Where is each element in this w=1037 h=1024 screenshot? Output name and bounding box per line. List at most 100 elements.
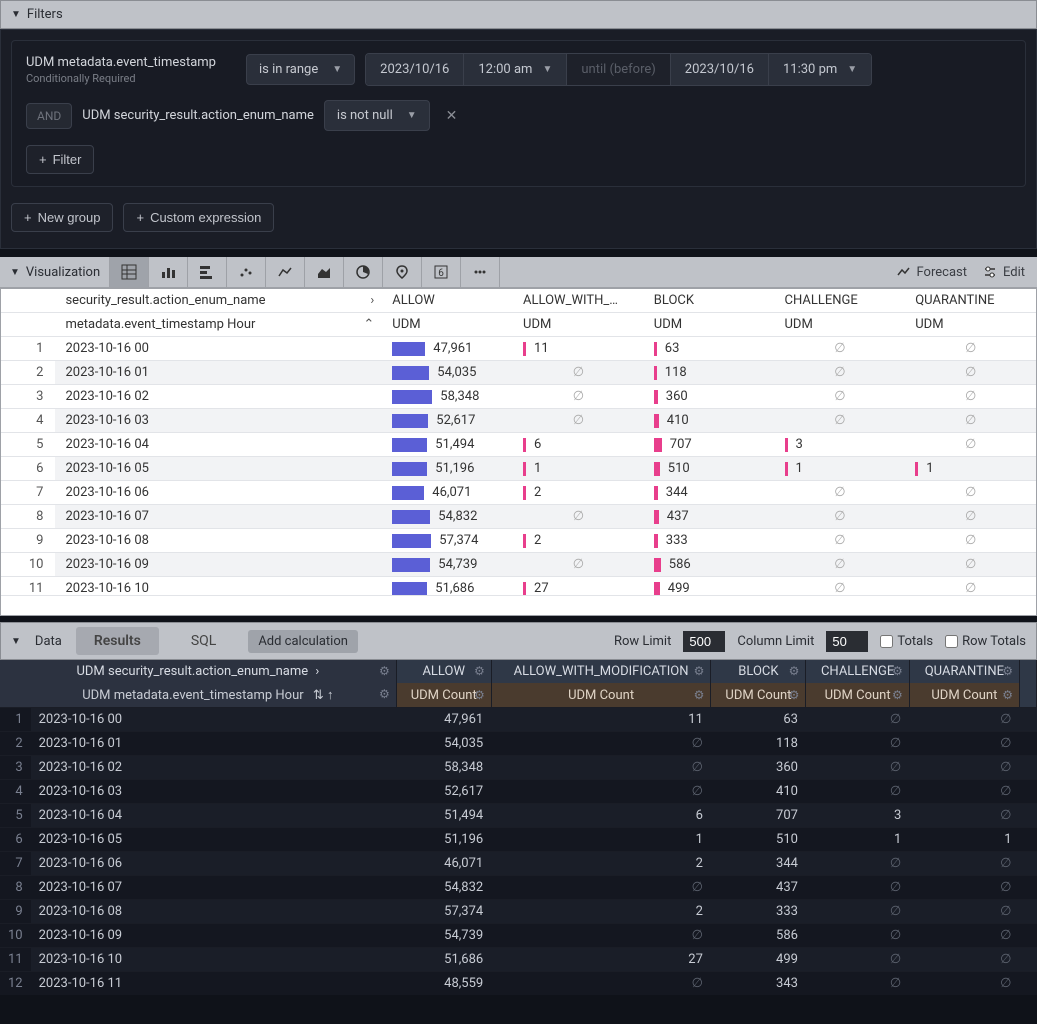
table-row[interactable]: 11 2023-10-16 10 51,68627499∅∅ bbox=[0, 948, 1037, 972]
tab-sql[interactable]: SQL bbox=[173, 627, 234, 655]
viz-line-icon[interactable] bbox=[265, 257, 305, 287]
edit-button[interactable]: Edit bbox=[983, 265, 1025, 280]
table-row[interactable]: 6 2023-10-16 05 51,196151011 bbox=[0, 828, 1037, 852]
table-row[interactable]: 1 2023-10-16 00 47,961 11 63 ∅ ∅ bbox=[1, 337, 1036, 361]
gear-icon[interactable]: ⚙ bbox=[694, 688, 705, 702]
chevron-down-icon: ▼ bbox=[542, 64, 552, 75]
dt-measure-quar[interactable]: UDM Count⚙ bbox=[909, 683, 1019, 708]
table-row[interactable]: 8 2023-10-16 07 54,832 ∅ 437 ∅ ∅ bbox=[1, 505, 1036, 529]
table-row[interactable]: 4 2023-10-16 03 52,617∅410∅∅ bbox=[0, 780, 1037, 804]
table-row[interactable]: 5 2023-10-16 04 51,494 6 707 3 ∅ bbox=[1, 433, 1036, 457]
filter-row-2: AND UDM security_result.action_enum_name… bbox=[26, 100, 1011, 131]
filter1-op: is in range bbox=[259, 62, 318, 77]
add-calculation-button[interactable]: Add calculation bbox=[248, 630, 358, 653]
table-row[interactable]: 2 2023-10-16 01 54,035∅118∅∅ bbox=[0, 732, 1037, 756]
gear-icon[interactable]: ⚙ bbox=[474, 664, 485, 678]
col-allow-with[interactable]: ALLOW_WITH_… bbox=[513, 289, 644, 313]
filter1-op-select[interactable]: is in range ▼ bbox=[246, 54, 355, 85]
table-row[interactable]: 3 2023-10-16 02 58,348 ∅ 360 ∅ ∅ bbox=[1, 385, 1036, 409]
dt-col-quar[interactable]: QUARANTINE⚙ bbox=[909, 660, 1019, 683]
gear-icon[interactable]: ⚙ bbox=[789, 688, 800, 702]
data-header: ▼ Data Results SQL Add calculation Row L… bbox=[0, 622, 1037, 660]
custom-expression-button[interactable]: + Custom expression bbox=[123, 203, 274, 232]
filters-panel-header[interactable]: ▼ Filters bbox=[0, 0, 1037, 29]
dim-field-header[interactable]: metadata.event_timestamp Hour ⌃ bbox=[55, 313, 382, 337]
row-limit-input[interactable] bbox=[683, 631, 725, 652]
gear-icon[interactable]: ⚙ bbox=[1002, 664, 1013, 678]
table-row[interactable]: 9 2023-10-16 08 57,3742333∅∅ bbox=[0, 900, 1037, 924]
filter1-time-from[interactable]: 12:00 am ▼ bbox=[464, 54, 567, 85]
filter2-op-select[interactable]: is not null ▼ bbox=[324, 100, 430, 131]
gear-icon[interactable]: ⚙ bbox=[892, 688, 903, 702]
table-row[interactable]: 2 2023-10-16 01 54,035 ∅ 118 ∅ ∅ bbox=[1, 361, 1036, 385]
viz-bar-icon[interactable] bbox=[187, 257, 227, 287]
table-row[interactable]: 5 2023-10-16 04 51,49467073∅ bbox=[0, 804, 1037, 828]
table-row[interactable]: 12 2023-10-16 11 48,559∅343∅∅ bbox=[0, 972, 1037, 996]
sort-icon: ⇅ ↑ bbox=[313, 688, 334, 703]
viz-scatter-icon[interactable] bbox=[226, 257, 266, 287]
dt-measure-block[interactable]: UDM Count⚙ bbox=[711, 683, 806, 708]
viz-map-icon[interactable] bbox=[382, 257, 422, 287]
gear-icon[interactable]: ⚙ bbox=[1002, 688, 1013, 702]
table-row[interactable]: 3 2023-10-16 02 58,348∅360∅∅ bbox=[0, 756, 1037, 780]
and-operator[interactable]: AND bbox=[26, 103, 72, 129]
table-row[interactable]: 7 2023-10-16 06 46,0712344∅∅ bbox=[0, 852, 1037, 876]
table-row[interactable]: 6 2023-10-16 05 51,196 1 510 1 1 bbox=[1, 457, 1036, 481]
filter2-op: is not null bbox=[337, 108, 393, 123]
gear-icon[interactable]: ⚙ bbox=[379, 687, 390, 701]
viz-pie-icon[interactable] bbox=[343, 257, 383, 287]
new-group-button[interactable]: + New group bbox=[11, 203, 113, 232]
filter2-field: UDM security_result.action_enum_name bbox=[82, 108, 314, 123]
viz-area-icon[interactable] bbox=[304, 257, 344, 287]
gear-icon[interactable]: ⚙ bbox=[694, 664, 705, 678]
remove-filter-icon[interactable]: ✕ bbox=[446, 108, 458, 124]
scrollbar[interactable] bbox=[1020, 660, 1037, 708]
gear-icon[interactable]: ⚙ bbox=[379, 664, 390, 678]
col-limit-input[interactable] bbox=[826, 631, 868, 652]
filter1-date-to[interactable]: 2023/10/16 bbox=[671, 54, 769, 85]
filter1-time-to[interactable]: 11:30 pm ▼ bbox=[769, 54, 871, 85]
dt-measure-chal[interactable]: UDM Count⚙ bbox=[806, 683, 909, 708]
col-allow[interactable]: ALLOW bbox=[382, 289, 513, 313]
gear-icon[interactable]: ⚙ bbox=[892, 664, 903, 678]
table-row[interactable]: 10 2023-10-16 09 54,739∅586∅∅ bbox=[0, 924, 1037, 948]
gear-icon[interactable]: ⚙ bbox=[474, 688, 485, 702]
tab-results[interactable]: Results bbox=[76, 627, 159, 655]
viz-column-icon[interactable] bbox=[148, 257, 188, 287]
table-row[interactable]: 8 2023-10-16 07 54,832∅437∅∅ bbox=[0, 876, 1037, 900]
dt-col-aw[interactable]: ALLOW_WITH_MODIFICATION⚙ bbox=[491, 660, 711, 683]
visualization-toggle[interactable]: ▼ Visualization bbox=[0, 259, 110, 286]
row-totals-check[interactable]: Row Totals bbox=[945, 634, 1026, 649]
gear-icon[interactable]: ⚙ bbox=[789, 664, 800, 678]
table-row[interactable]: 1 2023-10-16 00 47,9611163∅∅ bbox=[0, 708, 1037, 732]
col-challenge[interactable]: CHALLENGE bbox=[775, 289, 906, 313]
table-row[interactable]: 4 2023-10-16 03 52,617 ∅ 410 ∅ ∅ bbox=[1, 409, 1036, 433]
dt-col-allow[interactable]: ALLOW⚙ bbox=[396, 660, 491, 683]
dt-col-chal[interactable]: CHALLENGE⚙ bbox=[806, 660, 909, 683]
visualization-header: ▼ Visualization 6 Forecast Edit bbox=[0, 257, 1037, 288]
caret-down-icon: ▼ bbox=[11, 9, 21, 20]
table-row[interactable]: 10 2023-10-16 09 54,739 ∅ 586 ∅ ∅ bbox=[1, 553, 1036, 577]
dt-dim-field[interactable]: UDM metadata.event_timestamp Hour ⇅ ↑ ⚙ bbox=[0, 683, 396, 708]
col-quarantine[interactable]: QUARANTINE bbox=[905, 289, 1036, 313]
dt-pivot-field[interactable]: UDM security_result.action_enum_name › ⚙ bbox=[0, 660, 396, 683]
chevron-down-icon: ▼ bbox=[332, 64, 342, 75]
totals-check[interactable]: Totals bbox=[880, 634, 933, 649]
filter1-date-from[interactable]: 2023/10/16 bbox=[366, 54, 464, 85]
add-filter-button[interactable]: + Filter bbox=[26, 145, 94, 174]
plus-icon: + bbox=[24, 210, 32, 225]
pivot-field-header[interactable]: security_result.action_enum_name › bbox=[55, 289, 382, 313]
viz-single-value-icon[interactable]: 6 bbox=[421, 257, 461, 287]
viz-toolbar: 6 bbox=[110, 257, 500, 287]
dt-col-block[interactable]: BLOCK⚙ bbox=[711, 660, 806, 683]
dt-measure-allow[interactable]: UDM Count⚙ bbox=[396, 683, 491, 708]
table-row[interactable]: 7 2023-10-16 06 46,071 2 344 ∅ ∅ bbox=[1, 481, 1036, 505]
col-block[interactable]: BLOCK bbox=[644, 289, 775, 313]
forecast-button[interactable]: Forecast bbox=[897, 265, 967, 280]
table-row[interactable]: 9 2023-10-16 08 57,374 2 333 ∅ ∅ bbox=[1, 529, 1036, 553]
viz-table-icon[interactable] bbox=[109, 257, 149, 287]
dt-measure-aw[interactable]: UDM Count⚙ bbox=[491, 683, 711, 708]
table-row[interactable]: 11 2023-10-16 10 51,686 27 499 ∅ ∅ bbox=[1, 577, 1036, 596]
viz-more-icon[interactable] bbox=[460, 257, 500, 287]
viz-table-scroll[interactable]: 1 2023-10-16 00 47,961 11 63 ∅ ∅ 2 2023-… bbox=[1, 337, 1036, 595]
